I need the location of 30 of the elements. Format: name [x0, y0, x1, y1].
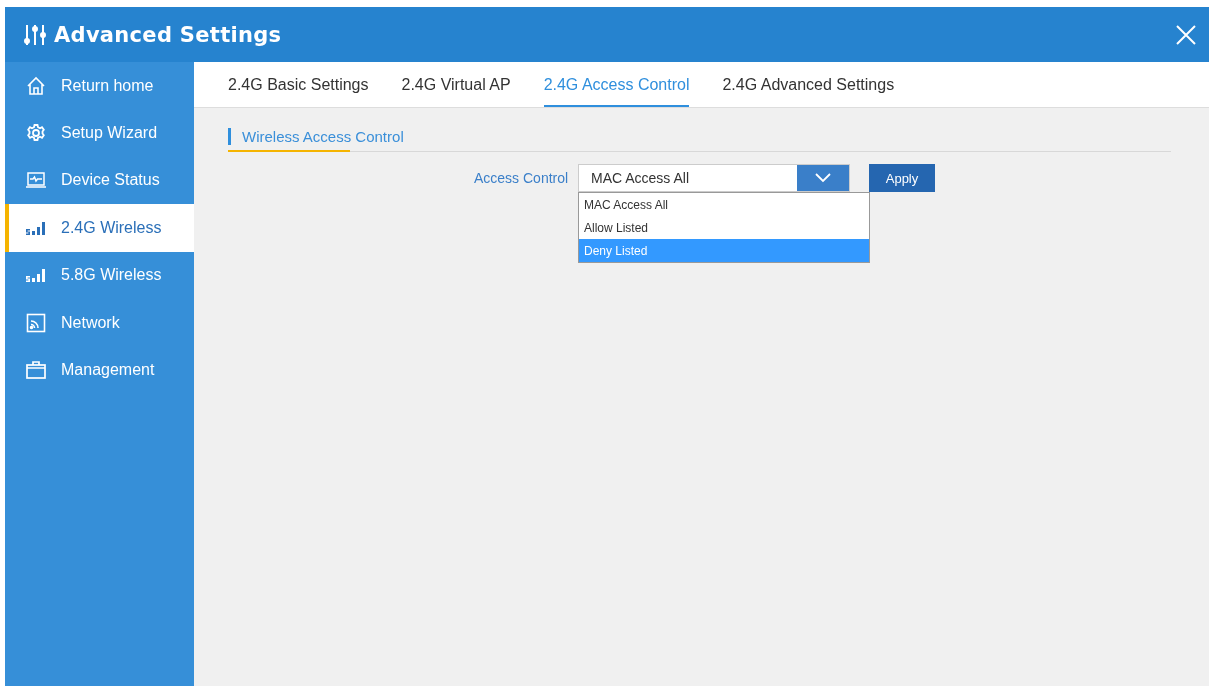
- sidebar-item[interactable]: 2.4G Wireless: [5, 204, 194, 252]
- section-title: Wireless Access Control: [242, 128, 404, 145]
- access-control-dropdown[interactable]: MAC Access All: [578, 164, 850, 192]
- field-label: Access Control: [474, 170, 568, 186]
- window-title: Advanced Settings: [54, 22, 283, 47]
- dropdown-option[interactable]: Deny Listed: [579, 239, 869, 262]
- sidebar-item[interactable]: Return home: [5, 62, 194, 110]
- close-button[interactable]: [1175, 23, 1197, 46]
- sidebar-item[interactable]: Setup Wizard: [5, 109, 194, 157]
- monitor-icon: [25, 171, 47, 190]
- signal-icon: [25, 219, 47, 236]
- sidebar-item[interactable]: Device Status: [5, 156, 194, 205]
- toolbox-icon: [25, 360, 47, 381]
- sidebar-item[interactable]: Network: [5, 298, 194, 347]
- sidebar-item[interactable]: 5.8G Wireless: [5, 251, 194, 299]
- apply-button[interactable]: Apply: [869, 164, 935, 192]
- gear-icon: [26, 123, 46, 144]
- tab[interactable]: 2.4G Advanced Settings: [722, 62, 895, 107]
- rss-icon: [26, 312, 46, 333]
- dropdown-option[interactable]: MAC Access All: [579, 193, 869, 216]
- chevron-down-icon: [815, 173, 831, 183]
- signal-icon: [25, 267, 47, 284]
- tab[interactable]: 2.4G Basic Settings: [228, 62, 369, 107]
- tab[interactable]: 2.4G Virtual AP: [401, 62, 511, 107]
- sliders-icon: [24, 22, 46, 47]
- tab[interactable]: 2.4G Access Control: [543, 62, 690, 107]
- dropdown-option[interactable]: Allow Listed: [579, 216, 869, 239]
- home-icon: [26, 75, 46, 96]
- sidebar-item[interactable]: Management: [5, 346, 194, 394]
- close-icon: [1175, 23, 1197, 46]
